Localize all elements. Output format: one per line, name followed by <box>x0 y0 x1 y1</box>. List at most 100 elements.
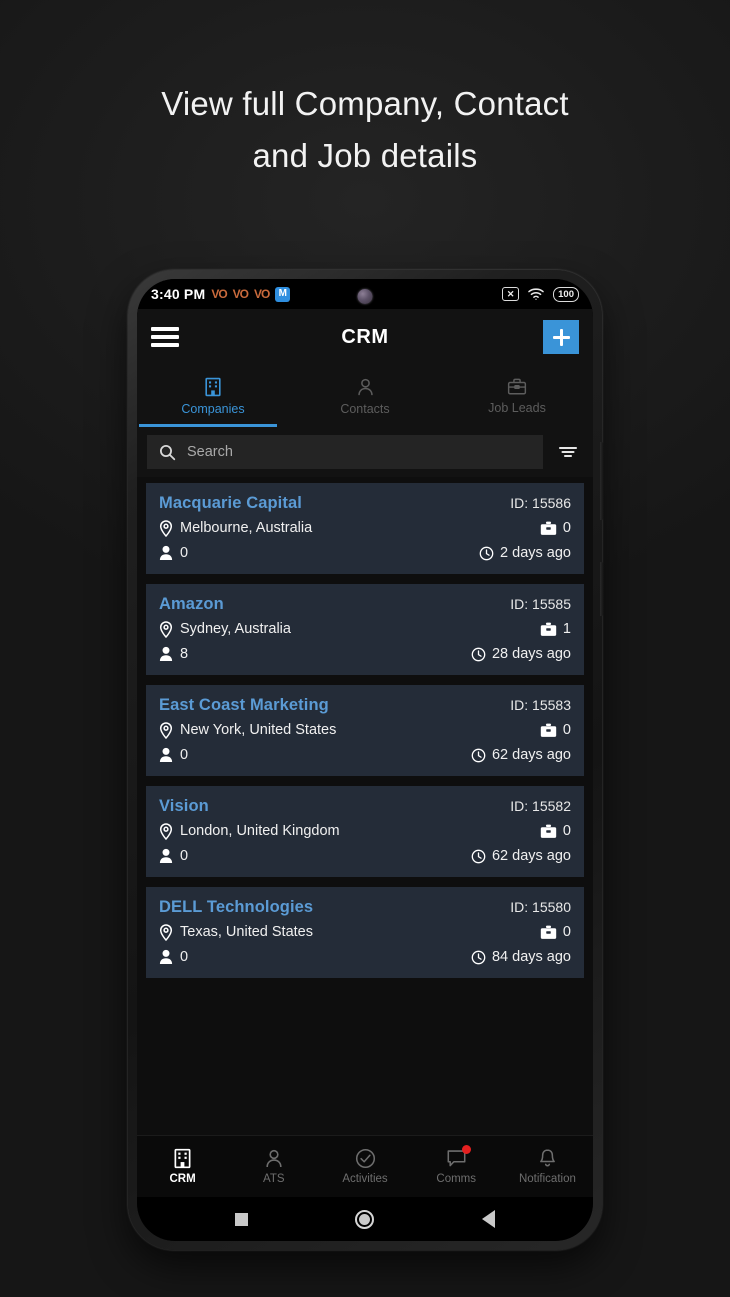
company-jobs-count: 0 <box>562 722 571 738</box>
bottom-navigation: CRM ATS Activities Comms Notification <box>137 1135 593 1197</box>
company-id: ID: 15586 <box>510 495 571 511</box>
phone-screen: 3:40 PM VO VO VO M ✕ 100 CRM Companies C… <box>137 279 593 1241</box>
card-row-title: East Coast Marketing ID: 15583 <box>159 694 571 716</box>
company-name[interactable]: Vision <box>159 797 209 816</box>
company-card[interactable]: Amazon ID: 15585 Sydney, Australia 1 8 2… <box>146 584 584 675</box>
triangle-back-icon[interactable] <box>482 1210 496 1228</box>
company-jobs: 1 <box>540 621 571 637</box>
nav-item-notification[interactable]: Notification <box>502 1136 593 1197</box>
check-circle-icon <box>355 1148 376 1169</box>
filter-button[interactable] <box>553 445 583 459</box>
company-updated-text: 62 days ago <box>491 848 571 864</box>
company-card[interactable]: East Coast Marketing ID: 15583 New York,… <box>146 685 584 776</box>
nav-item-activities[interactable]: Activities <box>319 1136 410 1197</box>
company-contacts: 0 <box>159 747 188 763</box>
company-contacts-count: 8 <box>180 646 189 662</box>
phone-bezel: 3:40 PM VO VO VO M ✕ 100 CRM Companies C… <box>137 279 593 1241</box>
card-row-title: Vision ID: 15582 <box>159 795 571 817</box>
company-card[interactable]: Macquarie Capital ID: 15586 Melbourne, A… <box>146 483 584 574</box>
company-jobs: 0 <box>540 823 571 839</box>
company-contacts: 0 <box>159 848 188 864</box>
company-id: ID: 15582 <box>510 798 571 814</box>
card-row-location: Texas, United States 0 <box>159 921 571 943</box>
company-name[interactable]: DELL Technologies <box>159 898 313 917</box>
company-card[interactable]: DELL Technologies ID: 15580 Texas, Unite… <box>146 887 584 978</box>
clock-icon <box>471 748 486 763</box>
building-icon <box>173 1148 192 1169</box>
company-name[interactable]: Amazon <box>159 595 224 614</box>
hamburger-menu-icon[interactable] <box>151 323 179 352</box>
briefcase-icon <box>540 622 557 637</box>
card-row-location: Melbourne, Australia 0 <box>159 517 571 539</box>
promo-headline: View full Company, Contact and Job detai… <box>0 78 730 182</box>
company-contacts: 0 <box>159 545 188 561</box>
nav-item-notification-label: Notification <box>518 1173 576 1185</box>
briefcase-icon <box>540 925 557 940</box>
tab-job-leads[interactable]: Job Leads <box>441 365 593 427</box>
app-bar: CRM <box>137 309 593 365</box>
nav-item-ats[interactable]: ATS <box>228 1136 319 1197</box>
person-icon <box>159 949 173 965</box>
briefcase-icon <box>540 521 557 536</box>
company-name[interactable]: East Coast Marketing <box>159 696 329 715</box>
search-placeholder: Search <box>187 444 233 460</box>
phone-frame: 3:40 PM VO VO VO M ✕ 100 CRM Companies C… <box>128 270 604 1250</box>
nav-item-crm[interactable]: CRM <box>137 1136 228 1197</box>
page-title: CRM <box>341 325 389 348</box>
volume-button[interactable] <box>600 442 604 520</box>
company-location-text: Melbourne, Australia <box>180 520 313 536</box>
company-name[interactable]: Macquarie Capital <box>159 494 302 513</box>
volte-icon-1: VO <box>211 287 227 301</box>
tab-contacts[interactable]: Contacts <box>289 365 441 427</box>
company-location: Sydney, Australia <box>159 620 291 638</box>
company-updated-text: 62 days ago <box>491 747 571 763</box>
volte-icon-3: VO <box>254 287 270 301</box>
company-card[interactable]: Vision ID: 15582 London, United Kingdom … <box>146 786 584 877</box>
nav-item-comms[interactable]: Comms <box>411 1136 502 1197</box>
square-icon[interactable] <box>234 1212 248 1226</box>
card-row-meta: 0 2 days ago <box>159 542 571 564</box>
filter-icon <box>558 445 578 459</box>
power-button[interactable] <box>600 562 604 616</box>
clock-icon <box>471 950 486 965</box>
nav-item-ats-label: ATS <box>263 1173 285 1185</box>
company-updated: 28 days ago <box>471 646 571 662</box>
card-row-location: New York, United States 0 <box>159 719 571 741</box>
company-contacts-count: 0 <box>180 848 189 864</box>
company-location-text: Sydney, Australia <box>180 621 291 637</box>
search-input[interactable]: Search <box>147 435 543 469</box>
person-icon <box>159 747 173 763</box>
wifi-icon <box>527 287 545 301</box>
circle-icon[interactable] <box>355 1209 375 1229</box>
app-notification-icon: M <box>275 286 291 302</box>
person-icon <box>159 545 173 561</box>
tab-companies[interactable]: Companies <box>137 365 289 427</box>
clock-icon <box>479 546 494 561</box>
android-navigation-bar <box>137 1197 593 1241</box>
person-icon <box>356 377 375 397</box>
battery-indicator: 100 <box>553 286 579 302</box>
card-row-title: Amazon ID: 15585 <box>159 593 571 615</box>
location-pin-icon <box>159 923 173 941</box>
card-row-location: London, United Kingdom 0 <box>159 820 571 842</box>
briefcase-icon <box>507 377 527 396</box>
tab-active-indicator <box>139 424 277 427</box>
bell-icon <box>538 1148 557 1169</box>
person-icon <box>264 1148 284 1169</box>
company-location: Melbourne, Australia <box>159 519 313 537</box>
tab-companies-label: Companies <box>181 401 245 416</box>
card-row-meta: 8 28 days ago <box>159 643 571 665</box>
add-button[interactable] <box>543 320 579 354</box>
comms-unread-badge <box>462 1145 472 1154</box>
nav-item-comms-label: Comms <box>436 1173 477 1185</box>
card-row-title: Macquarie Capital ID: 15586 <box>159 492 571 514</box>
company-updated: 62 days ago <box>471 747 571 763</box>
volte-icon-2: VO <box>232 287 249 301</box>
briefcase-icon <box>540 723 557 738</box>
company-list[interactable]: Macquarie Capital ID: 15586 Melbourne, A… <box>137 477 593 1135</box>
status-bar-left: 3:40 PM VO VO VO M <box>151 286 291 302</box>
company-location-text: London, United Kingdom <box>180 823 340 839</box>
company-jobs-count: 0 <box>562 823 571 839</box>
company-updated-text: 84 days ago <box>491 949 571 965</box>
promo-headline-line1: View full Company, Contact <box>161 85 569 122</box>
